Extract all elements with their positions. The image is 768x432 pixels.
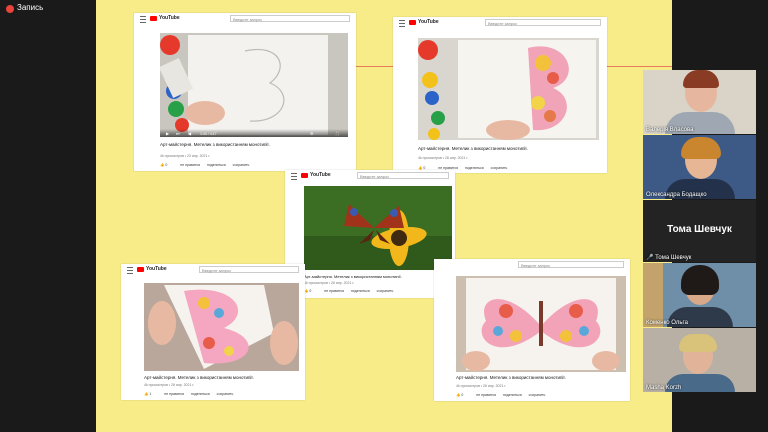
video-player[interactable]: ▶ ⏭ ◀ 1:40 / 4:17 ⚙ ⛶ (160, 33, 348, 137)
save-button[interactable]: сохранить (491, 166, 508, 170)
youtube-window-2: YouTube Введите запрос Арт-майстерня. Ме… (393, 17, 607, 173)
shared-screen: YouTube Введите запрос ▶ ⏭ ◀ 1:40 / 4:17 (96, 0, 672, 432)
video-frame-peacock-butterfly (304, 186, 452, 270)
video-meta: 4k просмотров • 26 апр. 2021 г. (144, 383, 195, 387)
participant-camera-off-name: Тома Шевчук (667, 224, 732, 235)
search-input[interactable]: Введите запрос (518, 261, 624, 268)
video-title: Арт-майстерня. Метелик з використанням м… (160, 142, 270, 147)
share-button[interactable]: поделиться (503, 393, 522, 397)
like-button[interactable]: 👍 1 (144, 392, 157, 396)
dislike-button[interactable]: не нравится (476, 393, 496, 397)
participant-tile-1[interactable]: Валерія Власова (643, 70, 756, 134)
youtube-window-1: YouTube Введите запрос ▶ ⏭ ◀ 1:40 / 4:17 (134, 13, 356, 171)
video-player[interactable] (144, 283, 299, 371)
dislike-button[interactable]: не нравится (164, 392, 184, 396)
time-display: 1:40 / 4:17 (200, 132, 217, 136)
youtube-header: YouTube Введите запрос (393, 17, 607, 29)
avatar-hair (679, 334, 717, 352)
participant-tile-3[interactable]: Тома Шевчук 🎤 Тома Шевчук (643, 200, 756, 262)
video-actions: 👍 0 не нравится поделиться сохранить (304, 289, 399, 293)
video-title: Арт-майстерня. Метелик з використанням м… (418, 146, 528, 151)
participant-tile-2[interactable]: Олександра Бодащко (643, 135, 756, 199)
avatar-hair (681, 137, 721, 159)
participant-name: Олександра Бодащко (646, 192, 707, 198)
video-title: Арт-майстерня. Метелик з використанням м… (144, 375, 254, 380)
participant-name: 🎤 Тома Шевчук (646, 255, 692, 261)
settings-icon[interactable]: ⚙ (310, 131, 314, 136)
divider-line (601, 66, 672, 67)
video-frame-full-butterfly (456, 276, 626, 372)
search-input[interactable]: Введите запрос (485, 19, 601, 26)
avatar-hair (683, 70, 719, 88)
video-meta: 4k просмотров • 23 апр. 2021 г. (160, 154, 211, 158)
volume-icon[interactable]: ◀ (188, 131, 191, 136)
youtube-window-5: Введите запрос Арт-майстерня. Метелик з … (434, 259, 630, 401)
youtube-window-4: YouTube Введите запрос Арт-майстерня. Ме… (121, 264, 305, 400)
recording-indicator: Запись (0, 0, 96, 18)
search-input[interactable]: Введите запрос (230, 15, 350, 22)
participant-tile-5[interactable]: Masha Korzh (643, 328, 756, 392)
record-icon (6, 5, 14, 13)
video-frame-folded-butterfly (144, 283, 299, 371)
recording-label: Запись (17, 3, 44, 12)
menu-icon[interactable] (291, 173, 297, 180)
participant-name: Валерія Власова (646, 127, 694, 133)
video-title: Арт-майстерня. Метелик з використанням м… (304, 274, 402, 279)
search-input[interactable]: Введите запрос (357, 172, 449, 179)
youtube-logo-icon[interactable] (301, 173, 308, 178)
video-player[interactable] (304, 186, 452, 270)
search-input[interactable]: Введите запрос (199, 266, 299, 273)
share-button[interactable]: поделиться (191, 392, 210, 396)
video-actions: 👍 1 не нравится поделиться сохранить (144, 392, 239, 396)
video-player[interactable] (456, 276, 626, 372)
background-shelf (643, 263, 663, 327)
youtube-window-3: YouTube Введите запрос Арт-майстерня. Ме… (285, 170, 455, 298)
video-actions: 👍 0 не нравится поделиться сохранить (456, 393, 551, 397)
participant-name: Masha Korzh (646, 385, 682, 391)
fullscreen-icon[interactable]: ⛶ (336, 131, 339, 136)
youtube-logo-icon[interactable] (150, 16, 157, 21)
youtube-logo-icon[interactable] (409, 20, 416, 25)
play-icon[interactable]: ▶ (166, 131, 169, 136)
avatar-hair (681, 265, 719, 295)
mic-muted-icon: 🎤 (646, 255, 654, 261)
save-button[interactable]: сохранить (529, 393, 546, 397)
video-player[interactable] (418, 38, 599, 140)
dislike-button[interactable]: не нравится (180, 163, 200, 167)
share-button[interactable]: поделиться (207, 163, 226, 167)
player-controls: ▶ ⏭ ◀ 1:40 / 4:17 ⚙ ⛶ (160, 129, 348, 137)
youtube-wordmark: YouTube (310, 172, 331, 178)
like-button[interactable]: 👍 0 (160, 163, 173, 167)
share-button[interactable]: поделиться (351, 289, 370, 293)
youtube-header: YouTube Введите запрос (121, 264, 305, 276)
save-button[interactable]: сохранить (377, 289, 394, 293)
video-meta: 4k просмотров • 26 апр. 2021 г. (456, 384, 507, 388)
youtube-wordmark: YouTube (146, 266, 167, 272)
youtube-header: Введите запрос (434, 259, 630, 271)
next-icon[interactable]: ⏭ (176, 131, 180, 136)
youtube-header: YouTube Введите запрос (285, 170, 455, 182)
save-button[interactable]: сохранить (217, 392, 234, 396)
menu-icon[interactable] (127, 267, 133, 274)
youtube-wordmark: YouTube (418, 19, 439, 25)
menu-icon[interactable] (140, 16, 146, 23)
video-frame-butterfly-half (418, 38, 599, 140)
share-button[interactable]: поделиться (465, 166, 484, 170)
youtube-header: YouTube Введите запрос (134, 13, 356, 25)
menu-icon[interactable] (399, 20, 405, 27)
youtube-wordmark: YouTube (159, 15, 180, 21)
participant-tile-4[interactable]: Коменко Ольга (643, 263, 756, 327)
save-button[interactable]: сохранить (233, 163, 250, 167)
video-actions: 👍 0 не нравится поделиться сохранить (160, 163, 255, 167)
participant-name: Коменко Ольга (646, 320, 688, 326)
video-meta: 4k просмотров • 26 апр. 2021 г. (304, 281, 355, 285)
video-meta: 4k просмотров • 26 апр. 2021 г. (418, 156, 469, 160)
video-frame-hands-painting (160, 33, 348, 137)
video-title: Арт-майстерня. Метелик з використанням м… (456, 375, 566, 380)
like-button[interactable]: 👍 0 (304, 289, 317, 293)
dislike-button[interactable]: не нравится (324, 289, 344, 293)
youtube-logo-icon[interactable] (137, 267, 144, 272)
like-button[interactable]: 👍 0 (456, 393, 469, 397)
